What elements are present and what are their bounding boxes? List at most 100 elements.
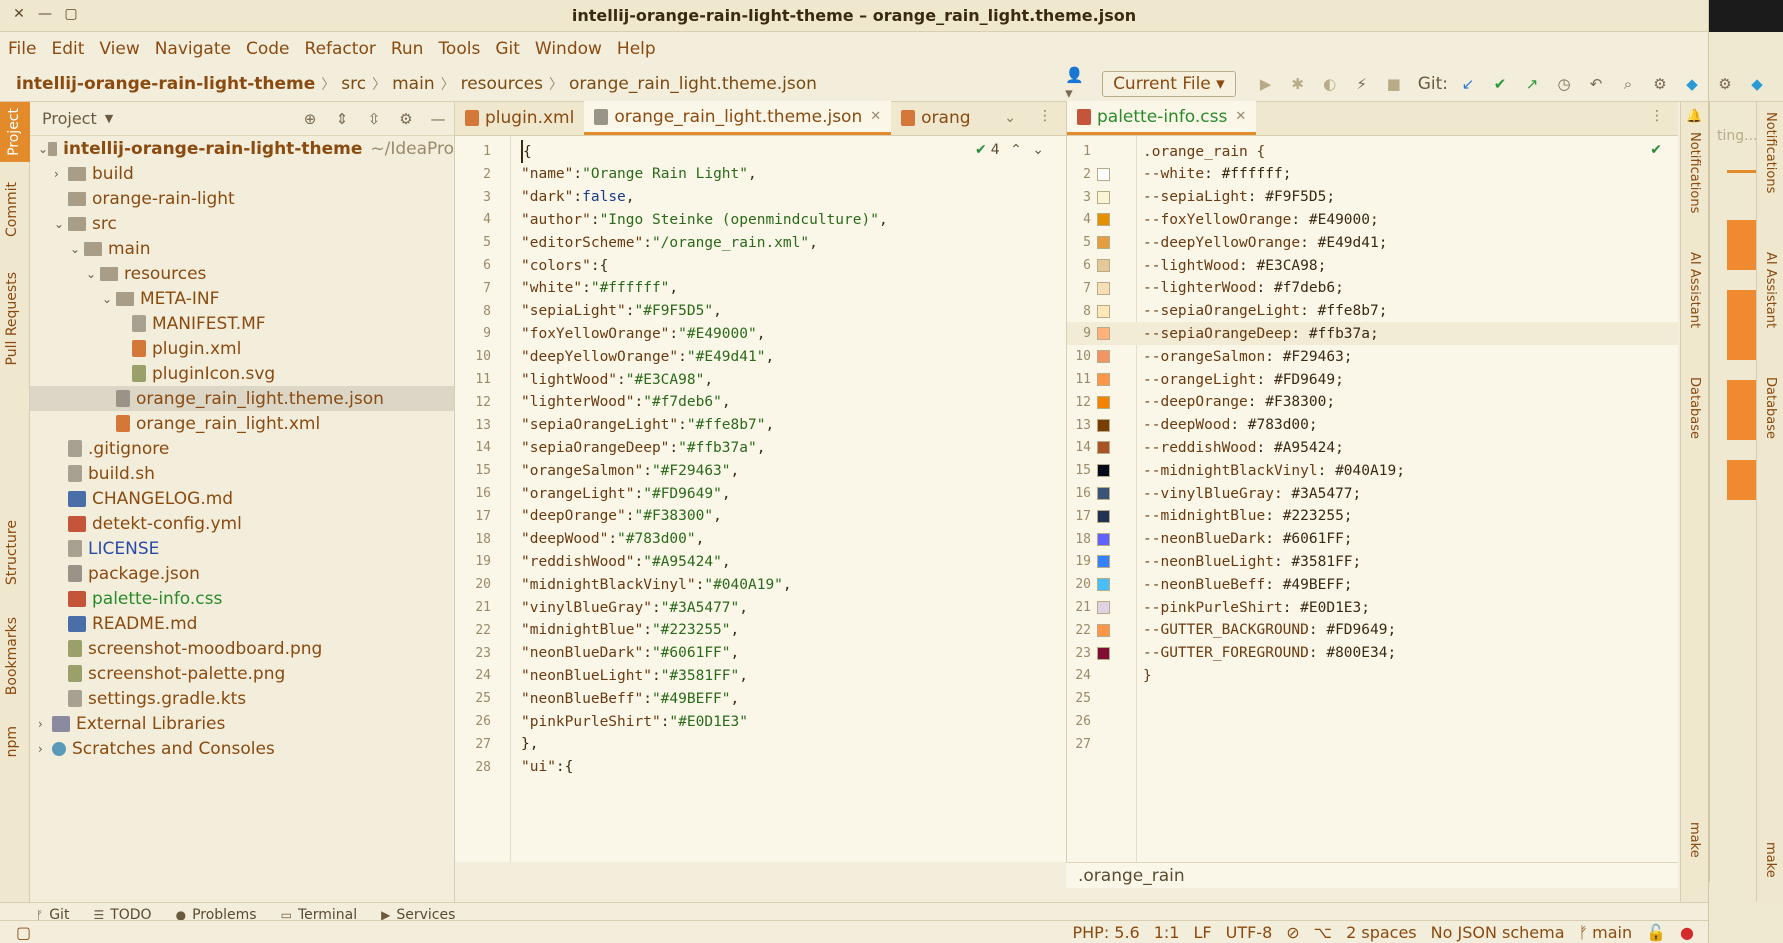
breadcrumb-resources[interactable]: resources <box>461 74 543 94</box>
color-swatch-icon[interactable] <box>1097 418 1110 432</box>
editor-tab[interactable]: orange_rain_light.theme.json ✕ <box>584 101 892 135</box>
menu-run[interactable]: Run <box>391 39 424 59</box>
color-swatch-icon[interactable] <box>1097 623 1110 637</box>
menu-git[interactable]: Git <box>495 39 520 59</box>
coverage-icon[interactable]: ◐ <box>1317 71 1343 97</box>
menu-code[interactable]: Code <box>246 39 290 59</box>
chevron-down-icon[interactable]: ▼ <box>105 112 113 125</box>
tree-item[interactable]: README.md <box>30 611 454 636</box>
chevron-down-icon[interactable]: ⌄ <box>70 242 84 256</box>
gear-icon[interactable]: ⚙ <box>393 106 419 132</box>
tree-item[interactable]: › External Libraries <box>30 711 454 736</box>
menu-window[interactable]: Window <box>535 39 602 59</box>
tool-tab-bookmarks[interactable]: Bookmarks <box>4 617 20 695</box>
more-icon[interactable]: ⋮ <box>1038 108 1052 124</box>
editor-tab[interactable]: plugin.xml <box>455 101 584 135</box>
chevron-down-icon[interactable]: ⌄ <box>102 292 116 306</box>
tree-item[interactable]: ⌄ main <box>30 236 454 261</box>
debug-icon[interactable]: ✱ <box>1285 71 1311 97</box>
color-swatch-icon[interactable] <box>1097 441 1110 455</box>
tree-item[interactable]: detekt-config.yml <box>30 511 454 536</box>
chevron-right-icon[interactable]: › <box>38 717 52 731</box>
color-swatch-icon[interactable] <box>1097 373 1110 386</box>
close-icon[interactable]: ✕ <box>1235 109 1246 124</box>
color-swatch-icon[interactable] <box>1097 555 1110 569</box>
menu-edit[interactable]: Edit <box>51 39 84 59</box>
color-swatch-icon[interactable] <box>1097 190 1110 204</box>
menu-tools[interactable]: Tools <box>438 39 480 59</box>
color-swatch-icon[interactable] <box>1097 509 1110 523</box>
tree-item[interactable]: orange_rain_light.theme.json <box>30 386 454 411</box>
jetbrains-logo-icon[interactable]: ◆ <box>1744 71 1770 97</box>
tree-item[interactable]: settings.gradle.kts <box>30 686 454 711</box>
tool-tab-pull-requests[interactable]: Pull Requests <box>4 272 20 365</box>
color-swatch-icon[interactable] <box>1097 601 1110 614</box>
profile-icon[interactable]: ⚡ <box>1349 71 1375 97</box>
git-branch[interactable]: main <box>1592 923 1632 942</box>
color-swatch-icon[interactable] <box>1097 327 1110 341</box>
run-config-select[interactable]: Current File ▾ <box>1102 71 1236 97</box>
more-icon[interactable]: ⋮ <box>1650 108 1664 124</box>
breadcrumb-src[interactable]: src <box>341 74 366 94</box>
color-swatch-icon[interactable] <box>1097 646 1110 660</box>
color-swatch-icon[interactable] <box>1097 578 1110 592</box>
chevron-down-icon[interactable]: ⌄ <box>54 217 68 231</box>
tree-item[interactable]: pluginIcon.svg <box>30 361 454 386</box>
chevron-down-icon[interactable]: ⌄ <box>38 142 48 156</box>
tree-item[interactable]: ⌄ META-INF <box>30 286 454 311</box>
color-swatch-icon[interactable] <box>1097 304 1110 318</box>
color-swatch-icon[interactable] <box>1097 259 1110 272</box>
tool-tab-structure[interactable]: Structure <box>4 520 20 585</box>
tree-item[interactable]: MANIFEST.MF <box>30 311 454 336</box>
menu-view[interactable]: View <box>99 39 139 59</box>
vcs-icon[interactable]: ⌥ <box>1314 923 1332 942</box>
tool-tab-database[interactable]: Database <box>1687 377 1702 439</box>
tool-tab-notifications[interactable]: Notifications <box>1763 112 1778 193</box>
editor-tab[interactable]: orang <box>891 101 980 135</box>
gear-icon[interactable]: ⚙ <box>1712 71 1738 97</box>
error-icon[interactable]: ● <box>1680 923 1694 942</box>
search-icon[interactable]: ⌕ <box>1615 71 1641 97</box>
color-swatch-icon[interactable] <box>1097 213 1110 227</box>
rollback-icon[interactable]: ↶ <box>1583 71 1609 97</box>
tree-item[interactable]: › Scratches and Consoles <box>30 736 454 761</box>
encoding[interactable]: UTF-8 <box>1226 923 1273 942</box>
jetbrains-logo-icon[interactable]: ◆ <box>1679 71 1705 97</box>
close-icon[interactable]: ✕ <box>870 109 881 124</box>
gear-icon[interactable]: ⚙ <box>1647 71 1673 97</box>
menu-navigate[interactable]: Navigate <box>155 39 231 59</box>
color-swatch-icon[interactable] <box>1097 236 1110 250</box>
chevron-down-icon[interactable]: ⌄ <box>86 267 100 281</box>
stop-icon[interactable]: ■ <box>1381 71 1407 97</box>
tree-item[interactable]: ⌄ src <box>30 211 454 236</box>
tabs-dropdown-icon[interactable]: ⌄ <box>1004 110 1016 126</box>
tree-item[interactable]: CHANGELOG.md <box>30 486 454 511</box>
tree-item[interactable]: screenshot-palette.png <box>30 661 454 686</box>
tool-tab-ai-assistant[interactable]: AI Assistant <box>1763 252 1778 328</box>
run-icon[interactable]: ▶ <box>1253 71 1279 97</box>
tree-item[interactable]: build.sh <box>30 461 454 486</box>
tool-tab-ai-assistant[interactable]: AI Assistant <box>1687 252 1702 328</box>
tree-item[interactable]: plugin.xml <box>30 336 454 361</box>
locate-icon[interactable]: ⊕ <box>297 106 323 132</box>
menu-file[interactable]: File <box>8 39 36 59</box>
line-separator[interactable]: LF <box>1193 923 1211 942</box>
layout-icon[interactable]: ▢ <box>16 923 31 942</box>
color-swatch-icon[interactable] <box>1097 395 1110 409</box>
tool-tab-make[interactable]: make <box>1763 842 1778 878</box>
color-swatch-icon[interactable] <box>1097 281 1110 295</box>
tree-item[interactable]: ⌄ resources <box>30 261 454 286</box>
breadcrumb-file[interactable]: orange_rain_light.theme.json <box>569 74 817 94</box>
color-swatch-icon[interactable] <box>1097 464 1110 478</box>
tree-item[interactable]: package.json <box>30 561 454 586</box>
tree-item[interactable]: .gitignore <box>30 436 454 461</box>
git-push-icon[interactable]: ↗ <box>1519 71 1545 97</box>
history-icon[interactable]: ◷ <box>1551 71 1577 97</box>
code-area-css[interactable]: ✔ 1 .orange_rain {2 --white: #ffffff; 3 --… <box>1067 136 1678 862</box>
user-icon[interactable]: 👤▾ <box>1065 66 1091 102</box>
tool-tab-database[interactable]: Database <box>1763 377 1778 439</box>
php-level[interactable]: PHP: 5.6 <box>1072 923 1139 942</box>
tree-item[interactable]: › build <box>30 161 454 186</box>
git-branch-icon[interactable]: ᚠ <box>1579 923 1589 942</box>
breadcrumb-project[interactable]: intellij-orange-rain-light-theme <box>16 74 315 94</box>
